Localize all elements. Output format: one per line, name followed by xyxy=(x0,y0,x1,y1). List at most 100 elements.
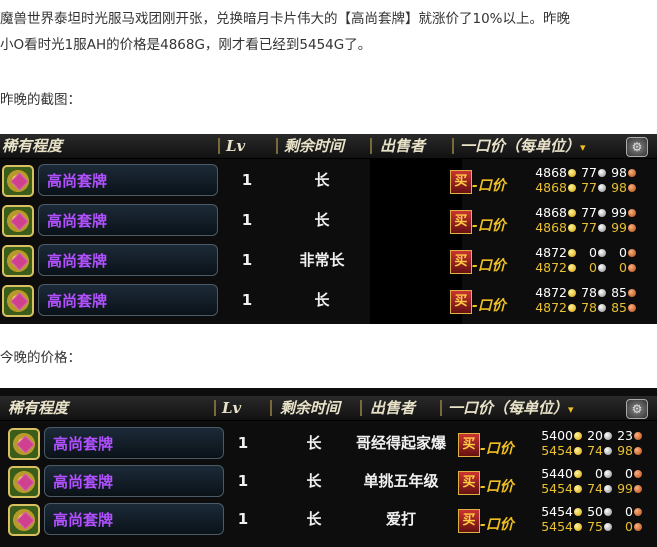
total-price: 4868 77 99 xyxy=(531,221,639,235)
gold-coin-icon xyxy=(568,169,576,177)
header-divider xyxy=(440,400,442,416)
auction-row[interactable]: 高尚套牌 1 长 买 -口价 4868 77 98 4868 77 98 xyxy=(0,161,657,199)
silver-coin-icon xyxy=(598,264,606,272)
buy-button[interactable]: 买 xyxy=(450,210,472,234)
auction-row[interactable]: 高尚套牌 1 长 买 -口价 4872 78 85 4872 78 85 xyxy=(0,281,657,319)
total-price: 5454 74 98 xyxy=(537,444,645,458)
header-lv[interactable]: Lv xyxy=(222,396,241,420)
buyout-label: -口价 xyxy=(480,479,514,495)
item-level: 1 xyxy=(237,510,249,528)
gold-coin-icon xyxy=(568,249,576,257)
silver-coin-icon xyxy=(598,184,606,192)
auction-row[interactable]: 高尚套牌 1 长 买 -口价 4868 77 99 4868 77 99 xyxy=(0,201,657,239)
item-name-box[interactable]: 高尚套牌 xyxy=(38,164,218,196)
header-seller[interactable]: 出售者 xyxy=(380,134,425,158)
buyout-label: -口价 xyxy=(472,258,506,274)
gold-coin-icon xyxy=(574,447,582,455)
header-divider xyxy=(360,400,362,416)
header-divider xyxy=(218,138,220,154)
buyout-label: -口价 xyxy=(480,517,514,533)
buy-button[interactable]: 买 xyxy=(458,433,480,457)
auction-row[interactable]: 高尚套牌 1 长 爱打 买 -口价 5454 50 0 5454 75 0 xyxy=(0,500,657,538)
silver-coin-icon xyxy=(598,249,606,257)
gold-coin-icon xyxy=(574,470,582,478)
item-name: 高尚套牌 xyxy=(47,292,108,310)
auction-row[interactable]: 高尚套牌 1 长 单挑五年级 买 -口价 5440 0 0 5454 74 99 xyxy=(0,462,657,500)
gold-coin-icon xyxy=(568,289,576,297)
header-time-left[interactable]: 剩余时间 xyxy=(284,134,344,158)
silver-coin-icon xyxy=(604,470,612,478)
auction-row[interactable]: 高尚套牌 1 长 哥经得起家爆买 -口价 5400 20 23 5454 74 98 xyxy=(0,424,657,462)
buy-button[interactable]: 买 xyxy=(450,250,472,274)
header-divider xyxy=(214,400,216,416)
item-level: 1 xyxy=(237,434,249,452)
silver-coin-icon xyxy=(598,209,606,217)
gold-coin-icon xyxy=(574,485,582,493)
copper-coin-icon xyxy=(628,264,636,272)
caption-tonight: 今晚的价格： xyxy=(0,350,81,366)
time-left: 长 xyxy=(314,291,330,309)
buyout-label: -口价 xyxy=(472,298,506,314)
header-rarity[interactable]: 稀有程度 xyxy=(2,134,62,158)
silver-coin-icon xyxy=(604,523,612,531)
item-name-box[interactable]: 高尚套牌 xyxy=(44,427,224,459)
buyout-label: -口价 xyxy=(472,218,506,234)
copper-coin-icon xyxy=(634,432,642,440)
item-name: 高尚套牌 xyxy=(53,435,114,453)
time-left: 长 xyxy=(314,211,330,229)
unit-price: 4872 0 0 xyxy=(531,246,639,260)
unit-price: 5400 20 23 xyxy=(537,429,645,443)
item-icon[interactable] xyxy=(2,245,34,277)
auction-row[interactable]: 高尚套牌 1 非常长 买 -口价 4872 0 0 4872 0 0 xyxy=(0,241,657,279)
item-name-box[interactable]: 高尚套牌 xyxy=(38,284,218,316)
item-icon[interactable] xyxy=(8,504,40,536)
header-divider xyxy=(276,138,278,154)
item-level: 1 xyxy=(241,251,253,269)
silver-coin-icon xyxy=(604,447,612,455)
header-buyout[interactable]: 一口价（每单位）▾ xyxy=(448,396,574,420)
item-icon[interactable] xyxy=(2,285,34,317)
caption-last-night: 昨晚的截图： xyxy=(0,92,81,108)
seller-name: 哥经得起家爆 xyxy=(356,434,447,452)
intro-paragraph: 魔兽世界泰坦时光服马戏团刚开张，兑换暗月卡片伟大的【高尚套牌】就涨价了10%以上… xyxy=(0,6,657,58)
time-left: 长 xyxy=(314,171,330,189)
gold-coin-icon xyxy=(574,523,582,531)
auction-header: 稀有程度 Lv 剩余时间 出售者 一口价（每单位）▾ ⚙ xyxy=(0,396,657,421)
item-icon[interactable] xyxy=(8,466,40,498)
item-icon[interactable] xyxy=(8,428,40,460)
item-level: 1 xyxy=(241,211,253,229)
header-rarity[interactable]: 稀有程度 xyxy=(8,396,68,420)
item-level: 1 xyxy=(237,472,249,490)
unit-price: 4872 78 85 xyxy=(531,286,639,300)
copper-coin-icon xyxy=(628,249,636,257)
item-name: 高尚套牌 xyxy=(53,511,114,529)
header-time-left[interactable]: 剩余时间 xyxy=(280,396,340,420)
item-name-box[interactable]: 高尚套牌 xyxy=(44,503,224,535)
header-lv[interactable]: Lv xyxy=(226,134,245,158)
gear-icon[interactable]: ⚙ xyxy=(626,399,648,419)
buy-button[interactable]: 买 xyxy=(450,290,472,314)
time-left: 长 xyxy=(306,472,322,490)
copper-coin-icon xyxy=(634,447,642,455)
total-price: 4872 0 0 xyxy=(531,261,639,275)
seller-name: 爱打 xyxy=(385,510,416,528)
buy-button[interactable]: 买 xyxy=(458,509,480,533)
buy-button[interactable]: 买 xyxy=(450,170,472,194)
item-name-box[interactable]: 高尚套牌 xyxy=(38,204,218,236)
item-name: 高尚套牌 xyxy=(47,172,108,190)
header-seller[interactable]: 出售者 xyxy=(370,396,415,420)
unit-price: 5454 50 0 xyxy=(537,505,645,519)
item-name-box[interactable]: 高尚套牌 xyxy=(44,465,224,497)
item-name-box[interactable]: 高尚套牌 xyxy=(38,244,218,276)
gold-coin-icon xyxy=(568,304,576,312)
copper-coin-icon xyxy=(628,224,636,232)
total-price: 5454 75 0 xyxy=(537,520,645,534)
gear-icon[interactable]: ⚙ xyxy=(626,137,648,157)
header-buyout[interactable]: 一口价（每单位）▾ xyxy=(460,134,586,158)
copper-coin-icon xyxy=(628,184,636,192)
buyout-label: -口价 xyxy=(480,441,514,457)
item-icon[interactable] xyxy=(2,165,34,197)
gold-coin-icon xyxy=(568,264,576,272)
buy-button[interactable]: 买 xyxy=(458,471,480,495)
item-icon[interactable] xyxy=(2,205,34,237)
